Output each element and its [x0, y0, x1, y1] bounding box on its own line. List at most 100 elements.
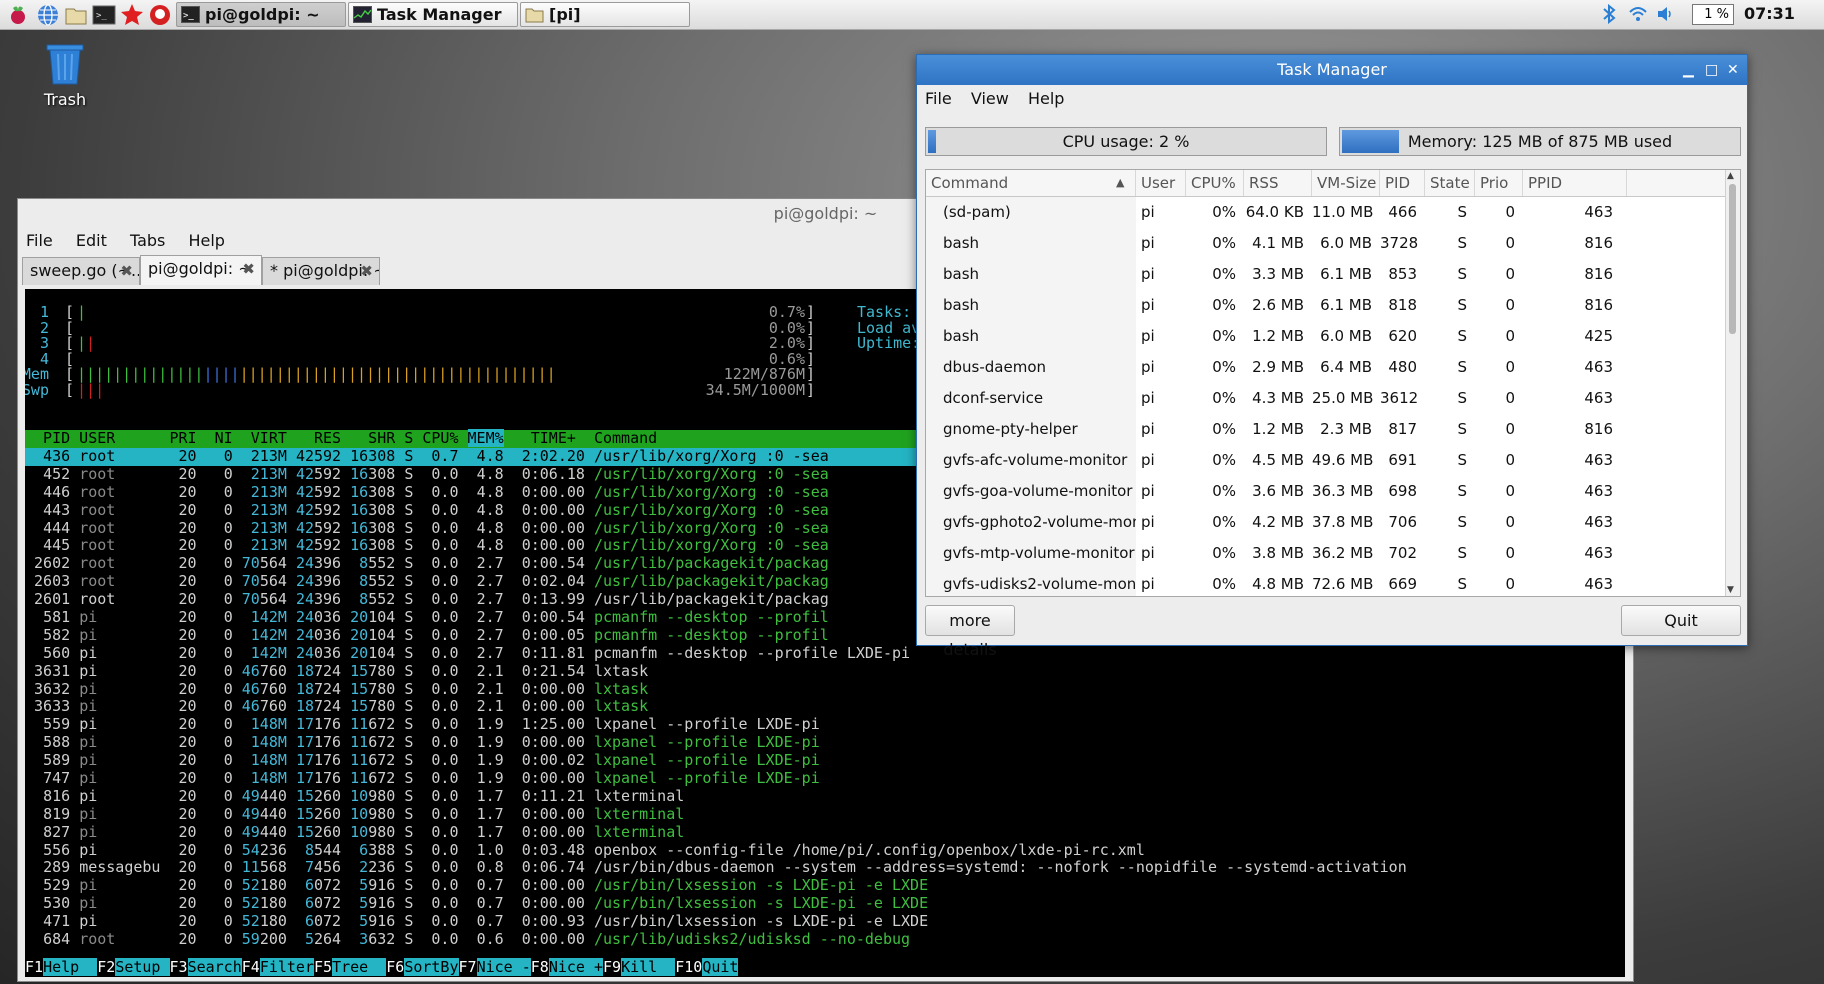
fkey-label[interactable]: Kill [621, 958, 676, 976]
scroll-up-icon[interactable]: ▲ [1727, 171, 1734, 181]
column-header-pid[interactable]: PID [1380, 170, 1425, 196]
fkey-label[interactable]: Search [187, 958, 242, 976]
close-icon[interactable]: ✖ [360, 258, 373, 284]
cpu-monitor[interactable]: 1 % [1692, 4, 1734, 25]
taskbar-button-file-manager[interactable]: [pi] [520, 2, 690, 27]
process-row[interactable]: bash pi 0% 2.6 MB 6.1 MB 818 S 0 816 [926, 290, 1726, 321]
fkey-f5[interactable]: F5 [314, 958, 333, 976]
process-row[interactable]: gnome-pty-helper pi 0% 1.2 MB 2.3 MB 817 S 0 816 [926, 414, 1726, 445]
menu-view[interactable]: View [971, 89, 1009, 108]
clock[interactable]: 07:31 [1744, 4, 1795, 23]
process-table[interactable]: Command User CPU% RSS VM-Size PID State Prio PPI… [925, 169, 1741, 597]
volume-icon[interactable] [1656, 4, 1676, 29]
terminal-launcher-icon[interactable]: >_ [92, 3, 116, 27]
maximize-icon[interactable]: □ [1705, 55, 1718, 85]
process-row[interactable]: gvfs-goa-volume-monitor pi 0% 3.6 MB 36.3 MB… [926, 476, 1726, 507]
file-manager-icon[interactable] [64, 3, 88, 27]
column-header-vm-size[interactable]: VM-Size [1312, 170, 1380, 196]
header-mem-sorted[interactable]: MEM% [467, 429, 504, 447]
htop-function-keys[interactable]: F1Help F2Setup F3SearchF4FilterF5Tree F6… [25, 958, 1625, 977]
process-row[interactable]: 529 pi 20 0 5218052180 60726072 59165916… [25, 876, 1625, 895]
process-row[interactable]: gvfs-afc-volume-monitor pi 0% 4.5 MB 49.6 MB… [926, 445, 1726, 476]
mathematica-icon[interactable] [148, 3, 172, 27]
process-row[interactable]: bash pi 0% 1.2 MB 6.0 MB 620 S 0 425 [926, 321, 1726, 352]
menu-file[interactable]: File [925, 89, 952, 108]
process-row[interactable]: 3631 pi 20 0 4676046760 1872418724 15780… [25, 662, 1625, 681]
process-row[interactable]: bash pi 0% 4.1 MB 6.0 MB 3728 S 0 816 [926, 228, 1726, 259]
process-row[interactable]: 747 pi 20 0 148M148M 1717617176 11672116… [25, 769, 1625, 788]
menu-help[interactable]: Help [1028, 89, 1064, 108]
process-row[interactable]: 560 pi 20 0 142M142M 2403624036 20104201… [25, 644, 1625, 663]
process-row[interactable]: (sd-pam) pi 0% 64.0 KB 11.0 MB 466 S 0 463 [926, 197, 1726, 228]
minimize-icon[interactable]: ▁ [1683, 55, 1694, 85]
process-row[interactable]: dbus-daemon pi 0% 2.9 MB 6.4 MB 480 S 0 463 [926, 352, 1726, 383]
process-row[interactable]: 819 pi 20 0 4944049440 1526015260 109801… [25, 805, 1625, 824]
fkey-f1[interactable]: F1 [25, 958, 44, 976]
fkey-label[interactable]: Nice + [548, 958, 603, 976]
column-header-state[interactable]: State [1425, 170, 1475, 196]
menu-tabs[interactable]: Tabs [130, 231, 165, 250]
wifi-icon[interactable] [1628, 4, 1648, 29]
menu-help[interactable]: Help [188, 231, 224, 250]
column-header-ppid[interactable]: PPID [1523, 170, 1627, 196]
fkey-label[interactable]: Quit [702, 958, 739, 976]
column-header-prio[interactable]: Prio [1475, 170, 1523, 196]
process-row[interactable]: gvfs-gphoto2-volume-monitor pi 0% 4.2 MB 37.… [926, 507, 1726, 538]
fkey-label[interactable]: Tree [332, 958, 387, 976]
fkey-f3[interactable]: F3 [169, 958, 188, 976]
web-browser-icon[interactable] [36, 3, 60, 27]
menu-file[interactable]: File [26, 231, 53, 250]
trash-desktop-item[interactable]: Trash [30, 42, 100, 109]
fkey-f8[interactable]: F8 [530, 958, 549, 976]
quit-button[interactable]: Quit [1621, 605, 1741, 636]
taskbar-button-task-manager[interactable]: Task Manager [348, 2, 518, 27]
close-icon[interactable]: ✖ [120, 258, 133, 284]
raspberry-menu-icon[interactable] [6, 3, 30, 27]
column-header-command[interactable]: Command [926, 170, 1136, 196]
process-row[interactable]: 471 pi 20 0 5218052180 60726072 59165916… [25, 912, 1625, 931]
process-row[interactable]: 556 pi 20 0 5423654236 85448544 63886388… [25, 841, 1625, 860]
bluetooth-icon[interactable] [1602, 3, 1616, 29]
tab-sweep-go[interactable]: sweep.go (~... ✖ [22, 257, 140, 285]
fkey-label[interactable]: Nice - [476, 958, 531, 976]
more-details-button[interactable]: more details [925, 605, 1015, 659]
process-row[interactable]: 588 pi 20 0 148M148M 1717617176 11672116… [25, 733, 1625, 752]
tab-pi-goldpi-active[interactable]: pi@goldpi: ~ ✖ [140, 255, 262, 285]
fkey-label[interactable]: SortBy [404, 958, 459, 976]
process-row[interactable]: bash pi 0% 3.3 MB 6.1 MB 853 S 0 816 [926, 259, 1726, 290]
process-row[interactable]: 816 pi 20 0 4944049440 1526015260 109801… [25, 787, 1625, 806]
fkey-label[interactable]: Filter [259, 958, 314, 976]
fkey-f7[interactable]: F7 [458, 958, 477, 976]
process-row[interactable]: 3632 pi 20 0 4676046760 1872418724 15780… [25, 680, 1625, 699]
column-header-cpu-[interactable]: CPU% [1186, 170, 1244, 196]
close-icon[interactable]: ✖ [242, 256, 255, 282]
close-icon[interactable]: ✕ [1727, 55, 1739, 85]
process-row[interactable]: 684 root 20 0 5920059200 52645264 363236… [25, 930, 1625, 949]
process-row[interactable]: gvfs-udisks2-volume-monitor pi 0% 4.8 MB 72.… [926, 569, 1726, 596]
scrollbar-thumb[interactable] [1729, 184, 1736, 334]
menu-edit[interactable]: Edit [76, 231, 107, 250]
fkey-f10[interactable]: F10 [675, 958, 703, 976]
process-row[interactable]: dconf-service pi 0% 4.3 MB 25.0 MB 3612 S 0 463 [926, 383, 1726, 414]
process-row[interactable]: 559 pi 20 0 148M148M 1717617176 11672116… [25, 715, 1625, 734]
vertical-scrollbar[interactable]: ▲ ▼ [1725, 170, 1740, 596]
taskbar-button-terminal[interactable]: >_ pi@goldpi: ~ [176, 2, 346, 27]
wolfram-icon[interactable] [120, 3, 144, 27]
process-row[interactable]: 289 messagebu 20 0 1156811568 74567456 2… [25, 859, 1625, 877]
column-header-rss[interactable]: RSS [1244, 170, 1312, 196]
process-row[interactable]: gvfs-mtp-volume-monitor pi 0% 3.8 MB 36.2 MB… [926, 538, 1726, 569]
sort-ascending-icon[interactable]: ▲ [1116, 170, 1124, 196]
tab-pi-goldpi-modified[interactable]: * pi@goldpi: ~ ✖ [262, 257, 380, 285]
fkey-label[interactable]: Help [43, 958, 98, 976]
process-row[interactable]: 827 pi 20 0 4944049440 1526015260 109801… [25, 823, 1625, 842]
process-row[interactable]: 530 pi 20 0 5218052180 60726072 59165916… [25, 894, 1625, 913]
column-header-user[interactable]: User [1136, 170, 1186, 196]
fkey-f4[interactable]: F4 [241, 958, 260, 976]
process-row[interactable]: 589 pi 20 0 148M148M 1717617176 11672116… [25, 751, 1625, 770]
fkey-f2[interactable]: F2 [97, 958, 116, 976]
fkey-f6[interactable]: F6 [386, 958, 405, 976]
process-row[interactable]: 3633 pi 20 0 4676046760 1872418724 15780… [25, 698, 1625, 716]
fkey-label[interactable]: Setup [115, 958, 170, 976]
fkey-f9[interactable]: F9 [603, 958, 622, 976]
scroll-down-icon[interactable]: ▼ [1727, 585, 1734, 595]
